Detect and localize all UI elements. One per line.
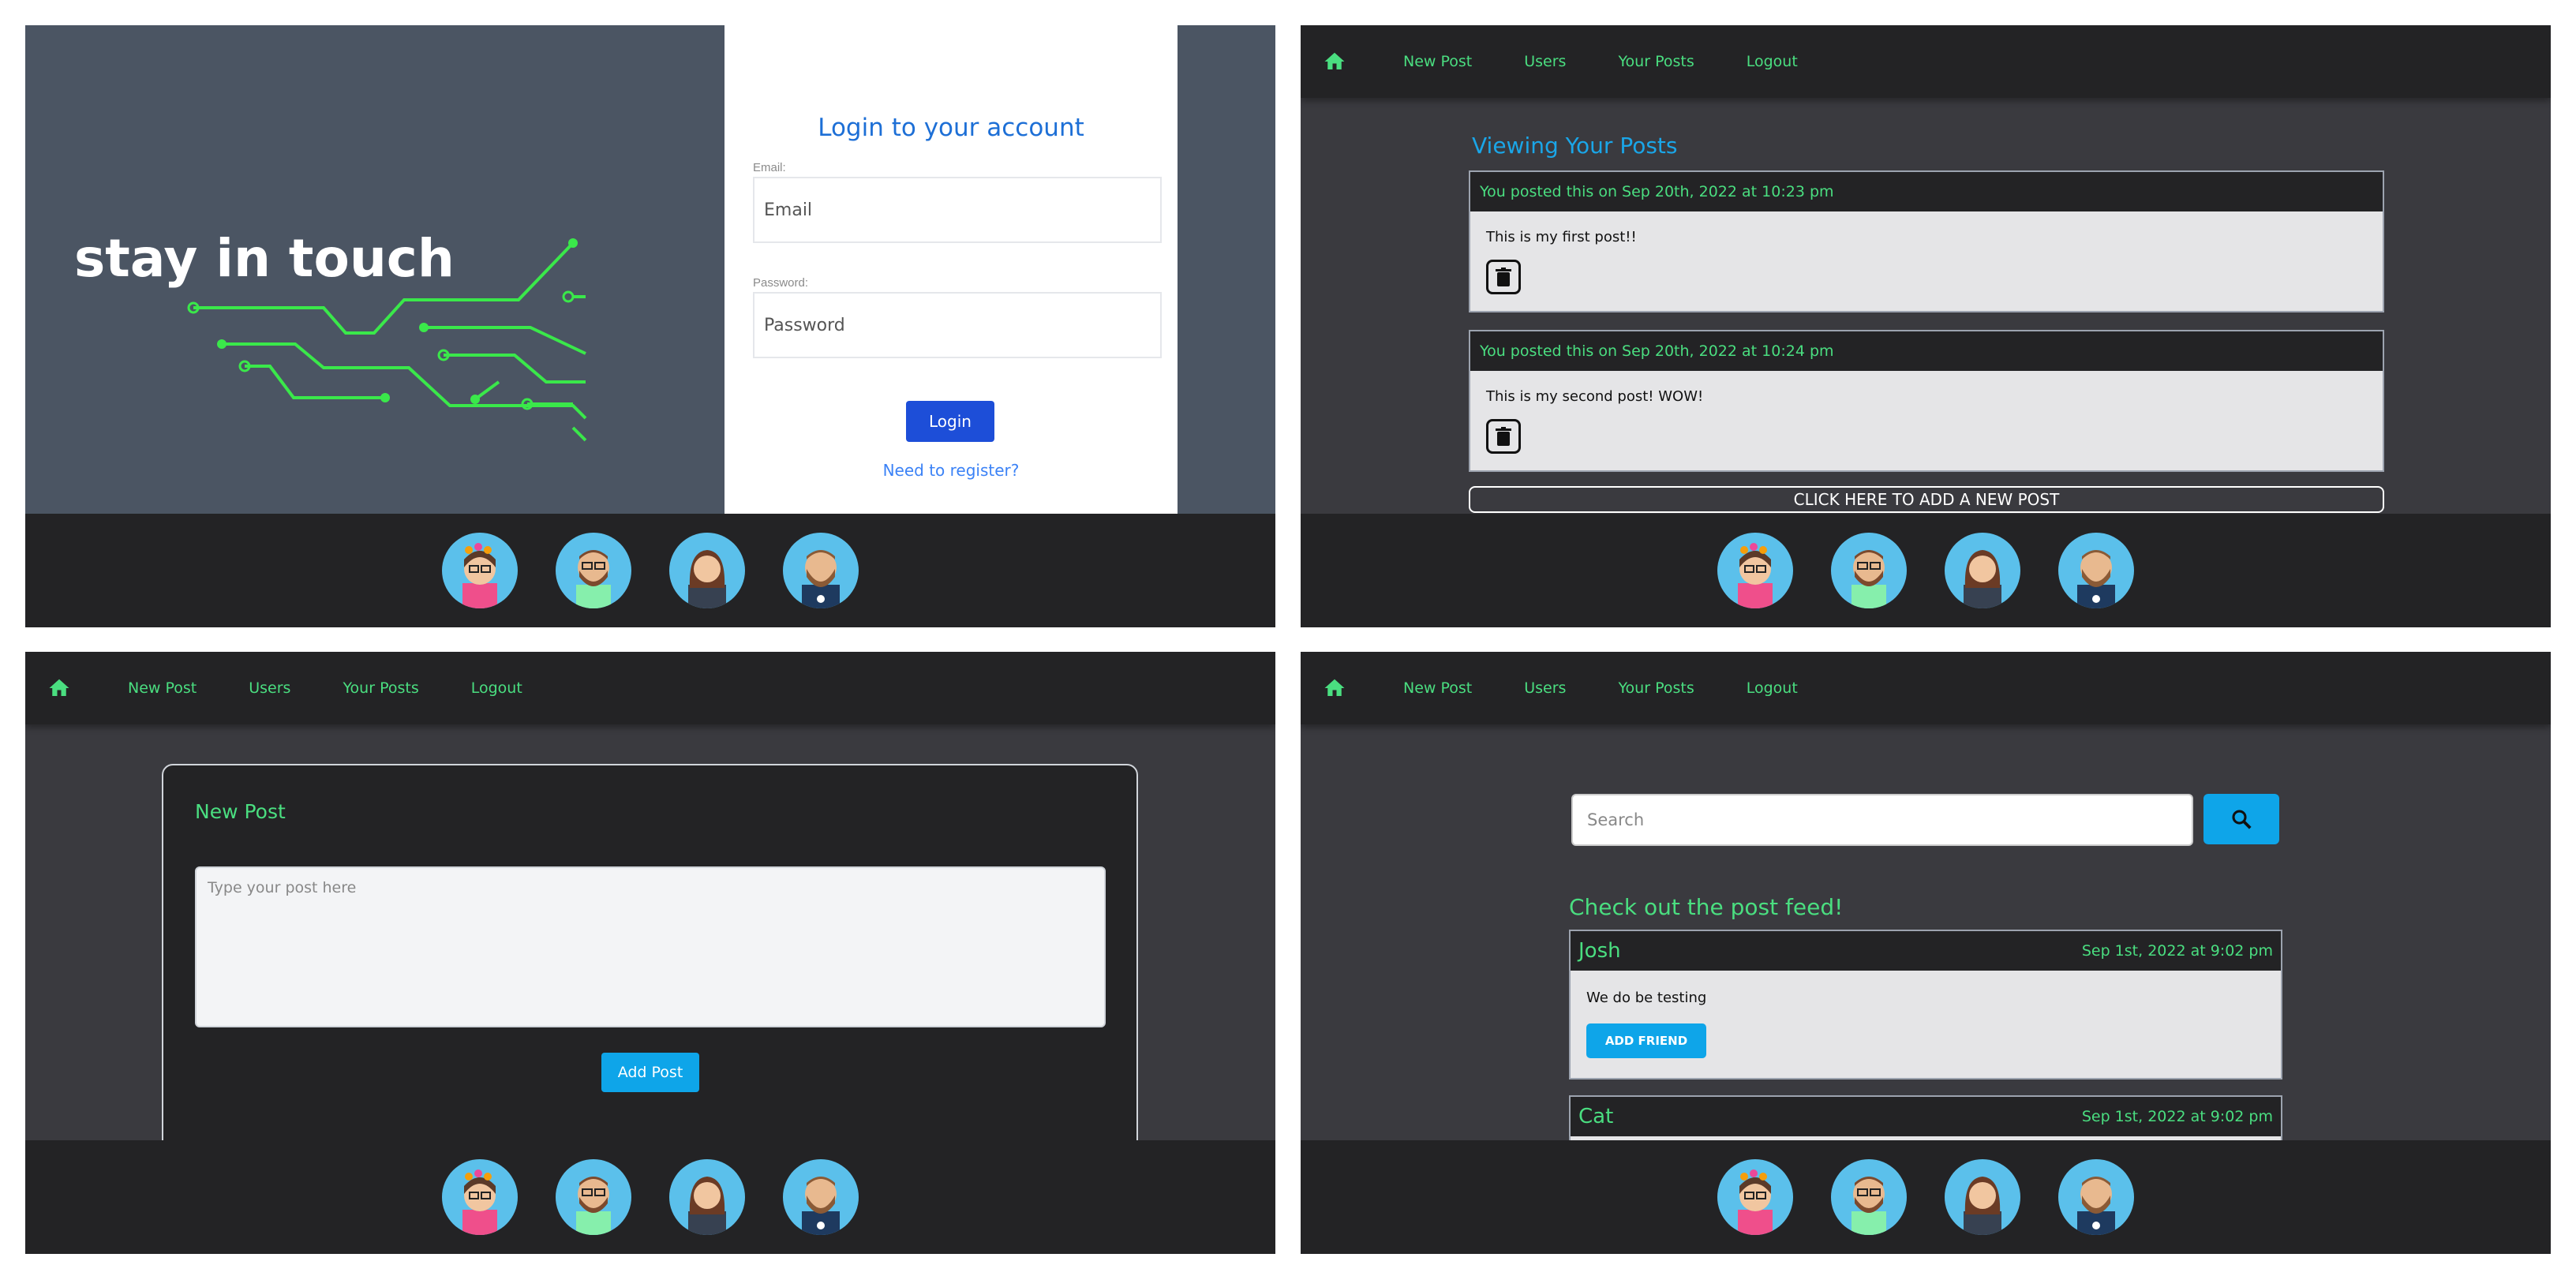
footer [1301,514,2551,627]
avatar-woman-long-hair [1945,533,2020,608]
avatar-woman-flower-crown [1717,1159,1793,1235]
post-header: You posted this on Sep 20th, 2022 at 10:… [1470,172,2383,211]
home-icon[interactable] [1323,676,1346,700]
password-label: Password: [753,276,809,290]
avatar-woman-flower-crown [1717,533,1793,608]
post-textarea[interactable]: Type your post here [195,866,1106,1027]
post-date: Sep 1st, 2022 at 9:02 pm [2081,942,2273,960]
nav-logout[interactable]: Logout [471,679,522,697]
search-input[interactable]: Search [1571,794,2193,846]
your-posts-title: Viewing Your Posts [1472,133,1678,159]
add-post-button[interactable]: Add Post [601,1053,699,1092]
post-body: This is my first post!! [1486,229,1637,245]
nav-users[interactable]: Users [249,679,290,697]
side-strip [1178,25,1275,514]
post-card: You posted this on Sep 20th, 2022 at 10:… [1469,330,2384,472]
avatar-woman-long-hair [669,533,745,608]
new-post-title: New Post [195,800,286,823]
avatar-man-beard-shirt [783,533,859,608]
avatar-woman-long-hair [669,1159,745,1235]
footer [1301,1140,2551,1254]
delete-button[interactable] [1486,419,1521,454]
nav-your-posts[interactable]: Your Posts [1618,679,1694,697]
navbar: New Post Users Your Posts Logout [1301,25,2551,98]
navbar: New Post Users Your Posts Logout [25,652,1275,724]
email-label: Email: [753,161,786,174]
login-screen: stay in touch Login to your account Emai… [25,25,1275,627]
add-friend-button[interactable]: ADD FRIEND [1586,1023,1706,1058]
footer [25,514,1275,627]
login-card: Login to your account Email: Email Passw… [724,25,1178,514]
avatar-woman-flower-crown [442,533,518,608]
post-body: This is my second post! WOW! [1486,388,1704,405]
search-button[interactable] [2203,794,2279,844]
login-title: Login to your account [818,114,1084,142]
trash-icon [1496,268,1511,286]
register-link[interactable]: Need to register? [724,461,1178,480]
avatar-man-glasses-beard [1831,1159,1907,1235]
nav-new-post[interactable]: New Post [128,679,197,697]
nav-new-post[interactable]: New Post [1403,53,1472,70]
your-posts-screen: New Post Users Your Posts Logout Viewing… [1301,25,2551,627]
avatar-man-beard-shirt [2058,1159,2134,1235]
avatar-man-glasses-beard [556,533,631,608]
avatar-man-beard-shirt [783,1159,859,1235]
nav-your-posts[interactable]: Your Posts [1618,53,1694,70]
post-body: We do be testing [1586,990,1707,1006]
circuit-logo-icon: stay in touch [74,228,587,442]
login-button[interactable]: Login [906,401,994,442]
delete-button[interactable] [1486,260,1521,294]
add-new-post-button[interactable]: CLICK HERE TO ADD A NEW POST [1469,486,2384,513]
nav-users[interactable]: Users [1524,53,1566,70]
navbar: New Post Users Your Posts Logout [1301,652,2551,724]
nav-logout[interactable]: Logout [1747,53,1798,70]
nav-users[interactable]: Users [1524,679,1566,697]
post-card: You posted this on Sep 20th, 2022 at 10:… [1469,170,2384,312]
new-post-screen: New Post Users Your Posts Logout New Pos… [25,652,1275,1254]
post-date: Sep 1st, 2022 at 9:02 pm [2081,1108,2273,1125]
post-author[interactable]: Josh [1578,939,1621,963]
email-field[interactable]: Email [753,177,1162,243]
feed-post-card: Cat Sep 1st, 2022 at 9:02 pm [1569,1095,2282,1143]
search-icon [2232,810,2252,829]
logo-text: stay in touch [74,228,455,289]
avatar-man-glasses-beard [556,1159,631,1235]
feed-title: Check out the post feed! [1569,894,1844,920]
nav-your-posts[interactable]: Your Posts [343,679,418,697]
avatar-man-beard-shirt [2058,533,2134,608]
brand-hero: stay in touch [25,25,724,514]
nav-new-post[interactable]: New Post [1403,679,1472,697]
password-field[interactable]: Password [753,292,1162,358]
post-author[interactable]: Cat [1578,1105,1613,1128]
feed-post-card: Josh Sep 1st, 2022 at 9:02 pm We do be t… [1569,930,2282,1080]
home-icon[interactable] [47,676,71,700]
new-post-card: New Post Type your post here Add Post [162,764,1138,1174]
trash-icon [1496,427,1511,446]
nav-logout[interactable]: Logout [1747,679,1798,697]
home-icon[interactable] [1323,50,1346,73]
avatar-woman-long-hair [1945,1159,2020,1235]
post-header: You posted this on Sep 20th, 2022 at 10:… [1470,331,2383,371]
feed-screen: New Post Users Your Posts Logout Search … [1301,652,2551,1254]
avatar-woman-flower-crown [442,1159,518,1235]
footer [25,1140,1275,1254]
avatar-man-glasses-beard [1831,533,1907,608]
